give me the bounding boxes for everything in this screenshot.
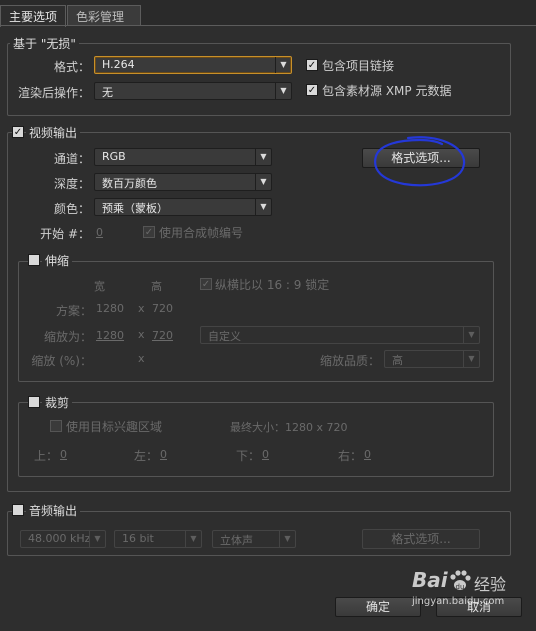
audio-output-checkbox[interactable] [12,504,24,516]
audio-format-options-button[interactable]: 格式选项... [362,529,480,549]
use-roi-label: 使用目标兴趣区域 [66,420,163,434]
baidu-watermark-brand: Bai [412,568,448,592]
baidu-paw-icon: du [450,570,471,591]
crop-right-label: 右： [338,449,363,463]
crop-left-value[interactable]: 0 [160,448,167,461]
audio-channels-value: 立体声 [220,534,253,547]
resize-title: 伸缩 [42,252,73,269]
chevron-down-icon: ▼ [275,83,291,99]
check-icon: ✓ [201,279,211,290]
resize-percent-x: x [138,352,145,365]
crop-bottom-label: 下： [236,449,261,463]
color-dropdown[interactable]: 预乘（蒙板） ▼ [94,198,272,216]
channel-label: 通道： [53,152,90,166]
color-label: 颜色： [53,202,90,216]
chevron-down-icon: ▼ [275,57,291,73]
resize-checkbox[interactable] [28,254,40,266]
start-frame-value[interactable]: 0 [96,226,103,239]
audio-rate-dropdown[interactable]: 48.000 kHz ▼ [20,530,106,548]
include-xmp-checkbox[interactable]: ✓ [306,84,318,96]
check-icon: ✓ [307,85,317,96]
resize-preset-value: 自定义 [208,330,241,343]
resize-percent-label: 缩放 (%)： [31,354,92,368]
video-output-title: 视频输出 [26,124,81,141]
chevron-down-icon: ▼ [255,174,271,190]
resize-height-value[interactable]: 720 [152,329,173,342]
color-value: 预乘（蒙板） [102,202,168,215]
depth-label: 深度： [53,177,90,191]
ok-button[interactable]: 确定 [335,597,421,617]
format-value: H.264 [102,58,135,71]
base-group-title: 基于 "无损" [10,35,79,52]
tab-divider [0,25,536,26]
start-frame-label: 开始 #： [40,227,90,241]
rendering-x: x [138,302,145,315]
chevron-down-icon: ▼ [185,531,201,547]
check-icon: ✓ [144,227,154,238]
post-render-dropdown[interactable]: 无 ▼ [94,82,292,100]
include-project-link-checkbox[interactable]: ✓ [306,59,318,71]
depth-dropdown[interactable]: 数百万颜色 ▼ [94,173,272,191]
audio-bits-dropdown[interactable]: 16 bit ▼ [114,530,202,548]
channel-value: RGB [102,150,126,163]
chevron-down-icon: ▼ [255,199,271,215]
include-xmp-label: 包含素材源 XMP 元数据 [322,84,452,98]
crop-top-label: 上： [34,449,59,463]
base-settings-group [7,43,511,116]
crop-title: 裁剪 [42,394,73,411]
crop-checkbox[interactable] [28,396,40,408]
post-render-label: 渲染后操作： [17,86,90,100]
resize-quality-label: 缩放品质： [319,354,380,368]
rendering-label: 方案： [55,304,92,318]
audio-channels-dropdown[interactable]: 立体声 ▼ [212,530,296,548]
rendering-height: 720 [152,302,173,315]
tab-main-options[interactable]: 主要选项 [0,5,66,27]
rendering-width: 1280 [96,302,124,315]
tab-color-management[interactable]: 色彩管理 [67,5,141,26]
baidu-paw-text: du [456,583,465,591]
use-roi-checkbox[interactable] [50,420,62,432]
audio-output-title: 音频输出 [26,502,81,519]
resize-preset-dropdown[interactable]: 自定义 ▼ [200,326,480,344]
width-header: 宽 [94,280,105,293]
crop-group [18,402,494,477]
crop-right-value[interactable]: 0 [364,448,371,461]
check-icon: ✓ [307,60,317,71]
lock-aspect-checkbox[interactable]: ✓ [200,278,212,290]
chevron-down-icon: ▼ [463,327,479,343]
format-dropdown[interactable]: H.264 ▼ [94,56,292,74]
crop-bottom-value[interactable]: 0 [262,448,269,461]
format-label: 格式： [53,60,90,74]
check-icon: ✓ [13,127,23,138]
video-output-checkbox[interactable]: ✓ [12,126,24,138]
resize-to-label: 缩放为： [43,330,92,344]
annotation-circle [374,136,466,187]
final-size-label: 最终大小：1280 x 720 [230,421,348,434]
crop-top-value[interactable]: 0 [60,448,67,461]
resize-width-value[interactable]: 1280 [96,329,124,342]
use-comp-frame-checkbox[interactable]: ✓ [143,226,155,238]
chevron-down-icon: ▼ [463,351,479,367]
resize-quality-dropdown[interactable]: 高 ▼ [384,350,480,368]
height-header: 高 [151,280,162,293]
resize-quality-value: 高 [392,354,403,367]
depth-value: 数百万颜色 [102,177,157,190]
lock-aspect-label: 纵横比以 16 : 9 锁定 [215,278,330,292]
post-render-value: 无 [102,86,113,99]
use-comp-frame-label: 使用合成帧编号 [159,226,244,240]
chevron-down-icon: ▼ [279,531,295,547]
audio-rate-value: 48.000 kHz [28,532,91,545]
chevron-down-icon: ▼ [89,531,105,547]
crop-left-label: 左： [134,449,159,463]
resize-x: x [138,328,145,341]
audio-bits-value: 16 bit [122,532,154,545]
chevron-down-icon: ▼ [255,149,271,165]
baidu-watermark-url: jingyan.baidu.com [412,596,505,607]
baidu-watermark-jingyan: 经验 [474,575,507,594]
channel-dropdown[interactable]: RGB ▼ [94,148,272,166]
include-project-link-label: 包含项目链接 [322,59,395,73]
